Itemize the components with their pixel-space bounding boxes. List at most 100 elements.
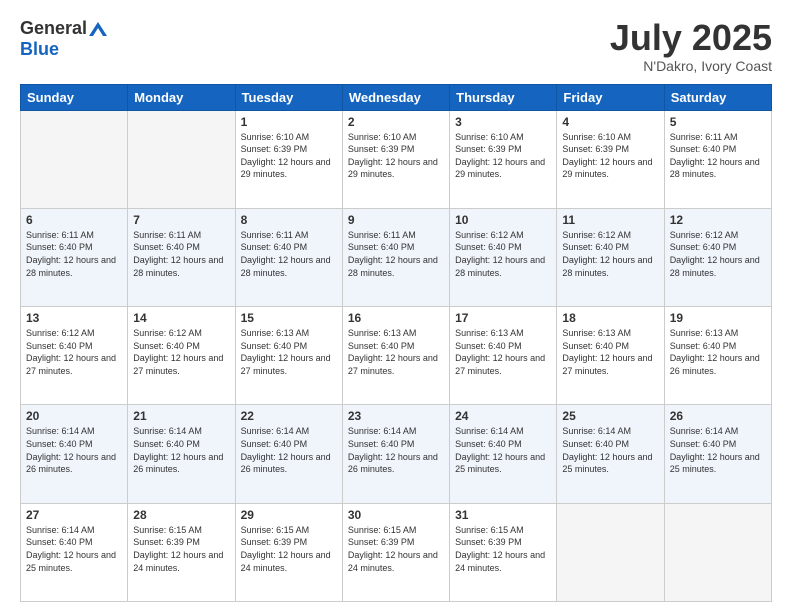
page: General Blue July 2025 N'Dakro, Ivory Co…	[0, 0, 792, 612]
sunset-text: Sunset: 6:39 PM	[133, 537, 200, 547]
day-info: Sunrise: 6:13 AM Sunset: 6:40 PM Daylight:…	[562, 327, 658, 377]
day-info: Sunrise: 6:14 AMSunset: 6:40 PMDaylight:…	[670, 425, 766, 475]
daylight-text: Daylight: 12 hours and 28 minutes.	[26, 255, 116, 278]
day-info: Sunrise: 6:11 AMSunset: 6:40 PMDaylight:…	[241, 229, 337, 279]
daylight-text: Daylight: 12 hours and 27 minutes.	[562, 353, 652, 376]
calendar-day-cell: 26Sunrise: 6:14 AMSunset: 6:40 PMDayligh…	[664, 405, 771, 503]
calendar-day-cell: 18Sunrise: 6:13 AMSunset: 6:40 PMDayligh…	[557, 307, 664, 405]
header: General Blue July 2025 N'Dakro, Ivory Co…	[20, 18, 772, 74]
daylight-text: Daylight: 12 hours and 27 minutes.	[348, 353, 438, 376]
day-info: Sunrise: 6:12 AMSunset: 6:40 PMDaylight:…	[670, 229, 766, 279]
day-info: Sunrise: 6:13 AMSunset: 6:40 PMDaylight:…	[348, 327, 444, 377]
day-info: Sunrise: 6:11 AMSunset: 6:40 PMDaylight:…	[348, 229, 444, 279]
day-number: 17	[455, 311, 551, 325]
sunset-text: Sunset: 6:40 PM	[26, 242, 93, 252]
day-number: 29	[241, 508, 337, 522]
day-number: 15	[241, 311, 337, 325]
calendar-day-cell: 1 Sunrise: 6:10 AMSunset: 6:39 PMDaylight…	[235, 110, 342, 208]
day-info: Sunrise: 6:11 AMSunset: 6:40 PMDaylight:…	[670, 131, 766, 181]
sunrise-text: Sunrise: 6:13 AM	[670, 328, 739, 338]
day-info: Sunrise: 6:15 AMSunset: 6:39 PMDaylight:…	[241, 524, 337, 574]
daylight-text: Daylight: 12 hours and 24 minutes.	[241, 550, 331, 573]
day-number: 4	[562, 115, 658, 129]
sunset-text: Sunset: 6:40 PM	[562, 439, 629, 449]
sunrise-text: Sunrise: 6:13 AM	[241, 328, 310, 338]
day-number: 1	[241, 115, 337, 129]
daylight-text: Daylight: 12 hours and 28 minutes.	[455, 255, 545, 278]
calendar-day-cell: 3Sunrise: 6:10 AMSunset: 6:39 PMDaylight…	[450, 110, 557, 208]
sunrise-text: Sunrise: 6:12 AM	[26, 328, 95, 338]
calendar-week-row: 1 Sunrise: 6:10 AMSunset: 6:39 PMDaylight…	[21, 110, 772, 208]
calendar-day-cell: 23Sunrise: 6:14 AMSunset: 6:40 PMDayligh…	[342, 405, 449, 503]
sunrise-text: Sunrise: 6:14 AM	[133, 426, 202, 436]
calendar-day-cell: 22Sunrise: 6:14 AMSunset: 6:40 PMDayligh…	[235, 405, 342, 503]
daylight-text: Daylight: 12 hours and 24 minutes.	[455, 550, 545, 573]
daylight-text: Daylight: 12 hours and 26 minutes.	[133, 452, 223, 475]
day-number: 9	[348, 213, 444, 227]
day-info: Sunrise: 6:14 AMSunset: 6:40 PMDaylight:…	[26, 425, 122, 475]
calendar-day-cell: 10Sunrise: 6:12 AMSunset: 6:40 PMDayligh…	[450, 208, 557, 306]
sunrise-text: Sunrise: 6:13 AM	[562, 328, 631, 338]
daylight-text: Daylight: 12 hours and 28 minutes.	[670, 255, 760, 278]
daylight-text: Daylight: 12 hours and 26 minutes.	[241, 452, 331, 475]
day-info: Sunrise: 6:14 AMSunset: 6:40 PMDaylight:…	[348, 425, 444, 475]
calendar-week-row: 13Sunrise: 6:12 AMSunset: 6:40 PMDayligh…	[21, 307, 772, 405]
daylight-text: Daylight: 12 hours and 28 minutes.	[241, 255, 331, 278]
calendar-day-cell	[128, 110, 235, 208]
day-number: 24	[455, 409, 551, 423]
day-number: 22	[241, 409, 337, 423]
sunrise-text: Sunrise: 6:11 AM	[241, 230, 309, 240]
day-number: 14	[133, 311, 229, 325]
daylight-text: Daylight: 12 hours and 28 minutes.	[670, 157, 760, 180]
sunrise-text: Sunrise: 6:14 AM	[26, 426, 95, 436]
calendar-day-cell: 7Sunrise: 6:11 AMSunset: 6:40 PMDaylight…	[128, 208, 235, 306]
calendar-day-cell: 31Sunrise: 6:15 AMSunset: 6:39 PMDayligh…	[450, 503, 557, 601]
day-info: Sunrise: 6:10 AMSunset: 6:39 PMDaylight:…	[348, 131, 444, 181]
calendar-header-friday: Friday	[557, 84, 664, 110]
daylight-text: Daylight: 12 hours and 29 minutes.	[562, 157, 652, 180]
daylight-text: Daylight: 12 hours and 28 minutes.	[133, 255, 223, 278]
day-number: 11	[562, 213, 658, 227]
calendar-day-cell: 28Sunrise: 6:15 AMSunset: 6:39 PMDayligh…	[128, 503, 235, 601]
daylight-text: Daylight: 12 hours and 25 minutes.	[670, 452, 760, 475]
day-info: Sunrise: 6:12 AMSunset: 6:40 PMDaylight:…	[455, 229, 551, 279]
day-info: Sunrise: 6:14 AMSunset: 6:40 PMDaylight:…	[455, 425, 551, 475]
day-number: 3	[455, 115, 551, 129]
sunrise-text: Sunrise: 6:10 AM	[348, 132, 417, 142]
daylight-text: Daylight: 12 hours and 26 minutes.	[670, 353, 760, 376]
title-area: July 2025 N'Dakro, Ivory Coast	[610, 18, 772, 74]
sunset-text: Sunset: 6:40 PM	[670, 439, 737, 449]
calendar-day-cell: 2Sunrise: 6:10 AMSunset: 6:39 PMDaylight…	[342, 110, 449, 208]
calendar-day-cell: 13Sunrise: 6:12 AMSunset: 6:40 PMDayligh…	[21, 307, 128, 405]
sunset-text: Sunset: 6:40 PM	[455, 341, 522, 351]
calendar-day-cell: 27Sunrise: 6:14 AMSunset: 6:40 PMDayligh…	[21, 503, 128, 601]
sunset-text: Sunset: 6:40 PM	[670, 242, 737, 252]
day-number: 20	[26, 409, 122, 423]
calendar-day-cell: 8 Sunrise: 6:11 AMSunset: 6:40 PMDaylight…	[235, 208, 342, 306]
sunrise-text: Sunrise: 6:10 AM	[562, 132, 631, 142]
daylight-text: Daylight: 12 hours and 27 minutes.	[455, 353, 545, 376]
sunrise-text: Sunrise: 6:10 AM	[241, 132, 310, 142]
calendar-week-row: 20Sunrise: 6:14 AMSunset: 6:40 PMDayligh…	[21, 405, 772, 503]
day-info: Sunrise: 6:10 AMSunset: 6:39 PMDaylight:…	[241, 131, 337, 181]
sunset-text: Sunset: 6:40 PM	[133, 341, 200, 351]
sunset-text: Sunset: 6:39 PM	[348, 537, 415, 547]
day-number: 8	[241, 213, 337, 227]
calendar-day-cell: 25Sunrise: 6:14 AMSunset: 6:40 PMDayligh…	[557, 405, 664, 503]
logo-blue-text: Blue	[20, 39, 59, 60]
calendar-day-cell	[557, 503, 664, 601]
daylight-text: Daylight: 12 hours and 27 minutes.	[26, 353, 116, 376]
daylight-text: Daylight: 12 hours and 27 minutes.	[133, 353, 223, 376]
sunset-text: Sunset: 6:40 PM	[562, 341, 629, 351]
daylight-text: Daylight: 12 hours and 25 minutes.	[26, 550, 116, 573]
day-info: Sunrise: 6:13 AMSunset: 6:40 PMDaylight:…	[241, 327, 337, 377]
calendar-day-cell: 16 Sunrise: 6:13 AMSunset: 6:40 PMDayligh…	[342, 307, 449, 405]
sunset-text: Sunset: 6:40 PM	[133, 242, 200, 252]
sunrise-text: Sunrise: 6:14 AM	[241, 426, 310, 436]
day-number: 25	[562, 409, 658, 423]
calendar-day-cell: 4Sunrise: 6:10 AMSunset: 6:39 PMDaylight…	[557, 110, 664, 208]
calendar-header-saturday: Saturday	[664, 84, 771, 110]
day-info: Sunrise: 6:12 AMSunset: 6:40 PMDaylight:…	[562, 229, 658, 279]
calendar-day-cell: 12Sunrise: 6:12 AMSunset: 6:40 PMDayligh…	[664, 208, 771, 306]
day-number: 16	[348, 311, 444, 325]
